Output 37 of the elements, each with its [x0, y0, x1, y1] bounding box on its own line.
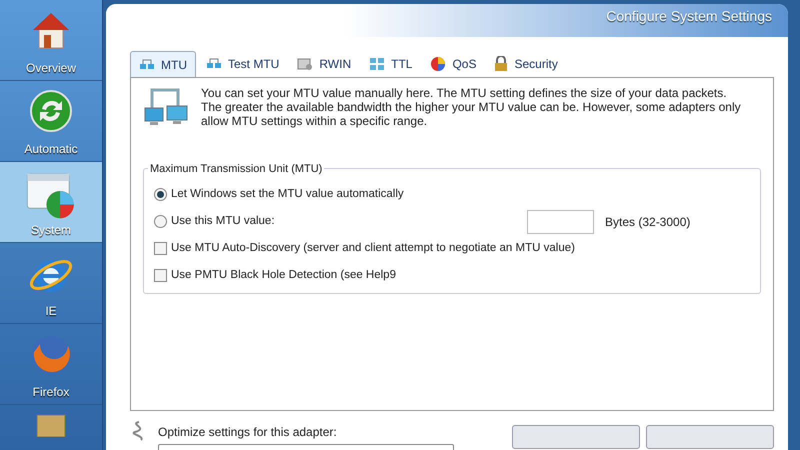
network-icon	[139, 58, 155, 72]
sidebar-label: Firefox	[32, 384, 70, 401]
cable-icon	[130, 421, 144, 441]
pie-chart-icon	[430, 56, 446, 72]
sidebar-label: IE	[45, 303, 57, 320]
adapter-label: Optimize settings for this adapter:	[158, 424, 338, 441]
mtu-input-field[interactable]	[527, 210, 594, 234]
option-label: Use PMTU Black Hole Detection (see Help9	[171, 268, 396, 283]
tab[interactable]: Security	[486, 51, 566, 77]
sidebar-label: Automatic	[24, 141, 78, 158]
grid-icon	[369, 57, 386, 71]
refresh-icon	[29, 89, 73, 133]
header-title: Configure System Settings	[606, 7, 772, 26]
group-title: Maximum Transmission Unit (MTU)	[148, 161, 324, 178]
checkbox[interactable]	[154, 242, 167, 255]
network-icon	[206, 57, 222, 71]
tab[interactable]: Test MTU	[198, 51, 288, 77]
action-button[interactable]	[512, 425, 640, 449]
tab[interactable]: MTU	[130, 51, 196, 77]
radio-button[interactable]	[154, 188, 167, 201]
tab[interactable]: QoS	[422, 51, 484, 77]
sidebar-item[interactable]: IE	[0, 243, 102, 324]
option-label: Use MTU Auto-Discovery (server and client attempt to negotiate an MTU value)	[171, 240, 575, 256]
tab[interactable]: RWIN	[289, 51, 360, 77]
radio-button[interactable]	[154, 215, 167, 228]
sidebar-item[interactable]: Automatic	[0, 81, 102, 162]
sidebar-label: System	[30, 222, 71, 239]
tab[interactable]: TTL	[361, 51, 420, 77]
checkbox[interactable]	[154, 269, 167, 282]
sidebar-label: Overview	[26, 60, 76, 77]
description-text: You can set your MTU value manually here. The MTU setting defines the size of your data packets. The greater the available bandwidth the higher your MTU value can be. However, some adapters only allow MTU settings within a specific range.	[201, 86, 741, 128]
option-label: Let Windows set the MTU value automatically	[171, 186, 404, 202]
action-button[interactable]	[646, 425, 774, 449]
padlock-icon	[494, 56, 508, 72]
option-label: Use this MTU value:	[171, 214, 276, 229]
sidebar-item[interactable]: Firefox	[0, 324, 102, 405]
unit-label: Bytes (32-3000)	[605, 214, 690, 230]
